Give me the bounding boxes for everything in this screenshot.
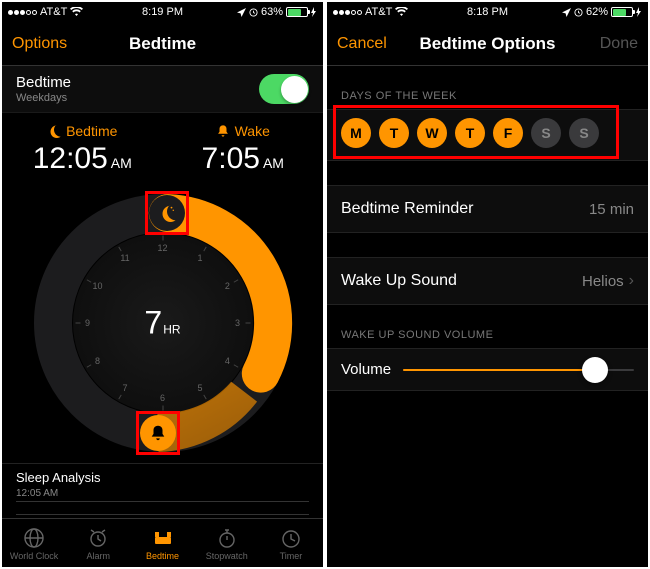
wifi-icon: [70, 7, 83, 17]
battery-pct: 63%: [261, 6, 283, 18]
tab-stopwatch[interactable]: Stopwatch: [195, 519, 259, 567]
sleep-clock[interactable]: 121234567891011 7HR: [23, 183, 303, 463]
bedtime-header: Bedtime: [2, 123, 163, 139]
schedule-toggle[interactable]: [259, 74, 309, 104]
chevron-right-icon: ›: [629, 272, 634, 290]
face-hour-6: 6: [160, 393, 165, 403]
schedule-subtitle: Weekdays: [16, 92, 71, 104]
sound-value: Helios: [582, 273, 624, 290]
tab-bedtime[interactable]: Bedtime: [130, 519, 194, 567]
clock-time: 8:18 PM: [467, 6, 508, 18]
schedule-row[interactable]: Bedtime Weekdays: [2, 66, 323, 113]
highlight-bedtime-handle: [145, 191, 189, 235]
sleep-analysis[interactable]: Sleep Analysis 12:05 AM: [2, 463, 323, 515]
bedtime-options-screen: AT&T 8:18 PM 62% Cancel Bedtime Options …: [327, 2, 648, 567]
sleep-chart: [16, 501, 309, 515]
highlight-days: [333, 105, 619, 159]
duration-unit: HR: [163, 323, 180, 337]
bedtime-screen: AT&T 8:19 PM 63% Options Bedtime Bedtime…: [2, 2, 323, 567]
options-button[interactable]: Options: [12, 35, 67, 53]
location-icon: [562, 8, 571, 17]
face-hour-8: 8: [95, 356, 100, 366]
status-bar: AT&T 8:19 PM 63%: [2, 2, 323, 22]
carrier-label: AT&T: [40, 6, 67, 18]
face-hour-1: 1: [197, 253, 202, 263]
charging-icon: [636, 7, 642, 17]
slider-thumb[interactable]: [582, 357, 608, 383]
bedtime-time: 12:05AM: [2, 142, 163, 176]
charging-icon: [311, 7, 317, 17]
reminder-value: 15 min: [589, 201, 634, 218]
tab-world-clock[interactable]: World Clock: [2, 519, 66, 567]
volume-label: Volume: [341, 361, 391, 378]
alarm-status-icon: [574, 8, 583, 17]
face-hour-5: 5: [197, 383, 202, 393]
face-hour-10: 10: [93, 281, 103, 291]
clock-time: 8:19 PM: [142, 6, 183, 18]
face-hour-2: 2: [225, 281, 230, 291]
bedtime-reminder-row[interactable]: Bedtime Reminder 15 min: [327, 185, 648, 233]
location-icon: [237, 8, 246, 17]
nav-bar: Options Bedtime: [2, 22, 323, 66]
face-hour-11: 11: [120, 253, 129, 263]
battery-pct: 62%: [586, 6, 608, 18]
face-hour-3: 3: [235, 318, 240, 328]
volume-row: Volume: [327, 348, 648, 391]
reminder-label: Bedtime Reminder: [341, 200, 474, 218]
signal-dots: [8, 10, 37, 15]
sleep-analysis-title: Sleep Analysis: [16, 470, 309, 485]
wake-header: Wake: [163, 123, 324, 139]
duration-number: 7: [144, 305, 162, 341]
face-hour-4: 4: [225, 356, 230, 366]
cancel-button[interactable]: Cancel: [337, 35, 387, 53]
volume-slider[interactable]: [403, 369, 634, 371]
carrier-label: AT&T: [365, 6, 392, 18]
time-labels: Bedtime 12:05AM Wake 7:05AM: [2, 113, 323, 178]
wake-sound-row[interactable]: Wake Up Sound Helios ›: [327, 257, 648, 305]
wake-time: 7:05AM: [163, 142, 324, 176]
clock-face: 121234567891011 7HR: [73, 233, 253, 413]
done-button[interactable]: Done: [600, 35, 638, 53]
tab-timer[interactable]: Timer: [259, 519, 323, 567]
volume-header: WAKE UP SOUND VOLUME: [327, 305, 648, 348]
wifi-icon: [395, 7, 408, 17]
face-hour-9: 9: [85, 318, 90, 328]
days-header: DAYS OF THE WEEK: [327, 66, 648, 109]
nav-title: Bedtime Options: [419, 34, 555, 54]
sleep-analysis-time: 12:05 AM: [16, 488, 309, 499]
face-hour-12: 12: [157, 243, 167, 253]
nav-title: Bedtime: [129, 34, 196, 54]
nav-bar: Cancel Bedtime Options Done: [327, 22, 648, 66]
face-hour-7: 7: [122, 383, 127, 393]
highlight-wake-handle: [136, 411, 180, 455]
tab-bar: World Clock Alarm Bedtime Stopwatch Time…: [2, 518, 323, 567]
moon-icon: [47, 124, 61, 138]
bell-icon: [216, 124, 230, 138]
battery-icon: [611, 7, 633, 17]
tab-alarm[interactable]: Alarm: [66, 519, 130, 567]
schedule-title: Bedtime: [16, 74, 71, 91]
status-bar: AT&T 8:18 PM 62%: [327, 2, 648, 22]
sound-label: Wake Up Sound: [341, 272, 457, 290]
signal-dots: [333, 10, 362, 15]
alarm-status-icon: [249, 8, 258, 17]
battery-icon: [286, 7, 308, 17]
